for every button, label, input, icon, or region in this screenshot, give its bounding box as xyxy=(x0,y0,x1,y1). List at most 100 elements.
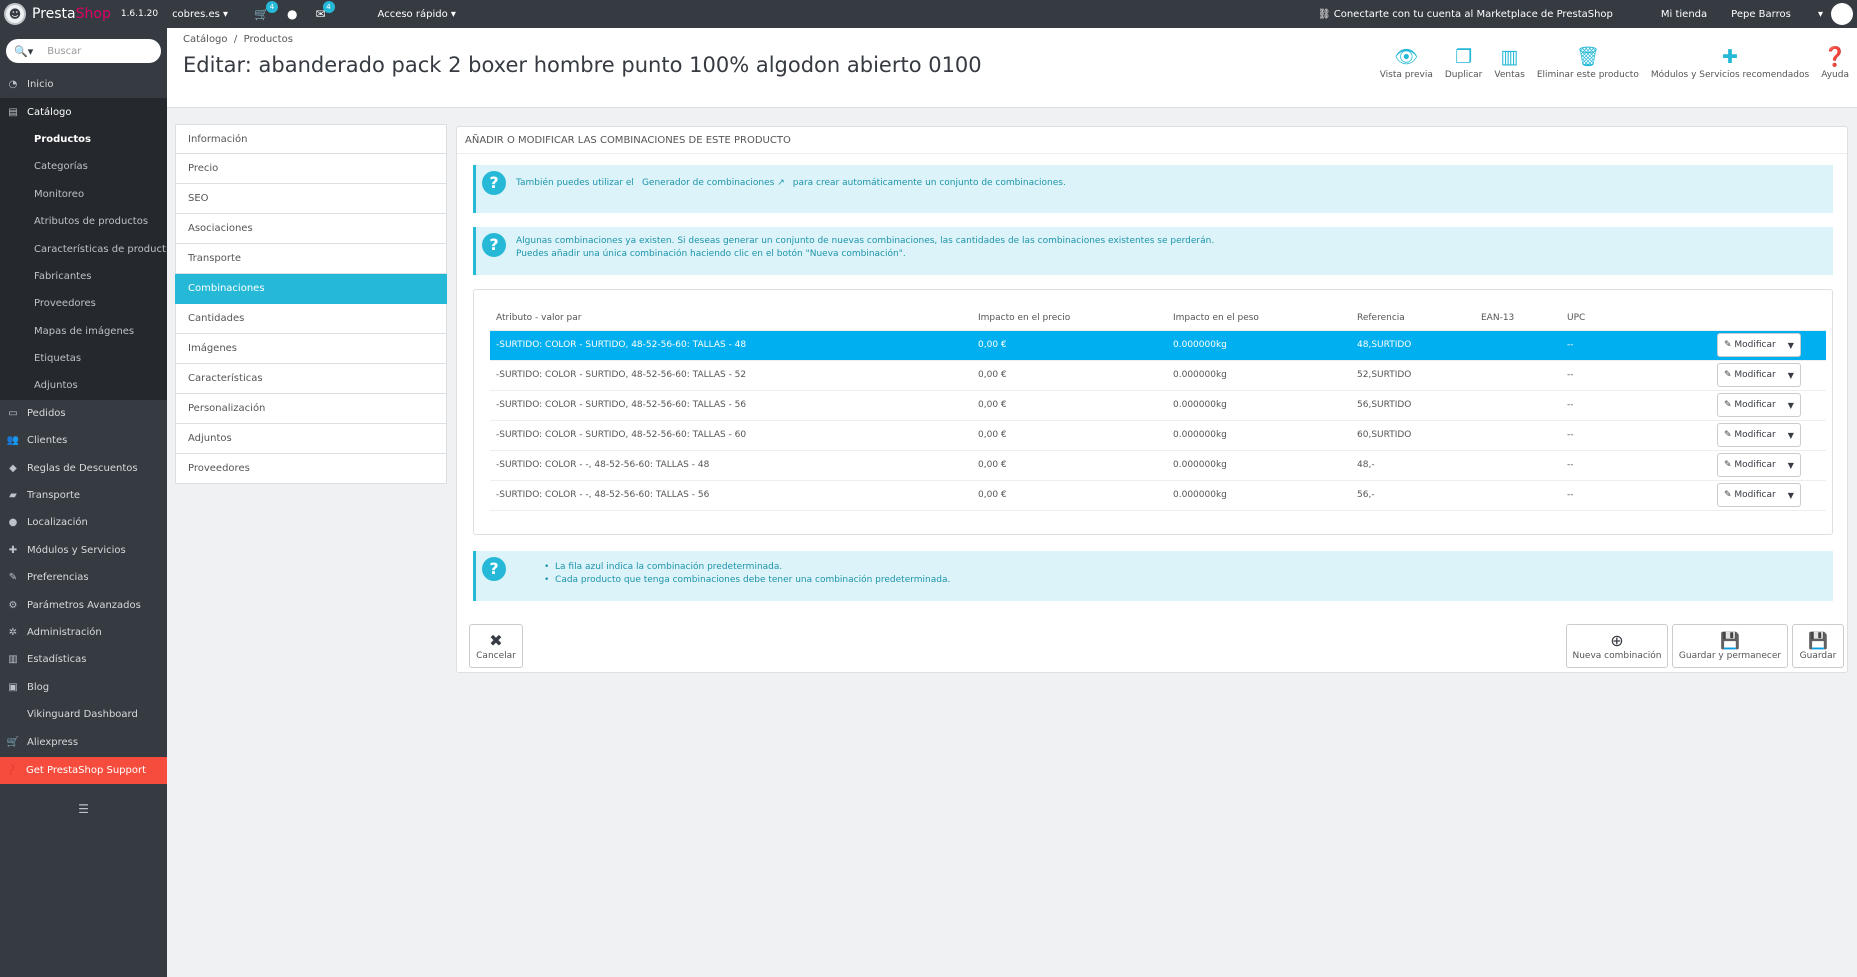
table-row[interactable]: -SURTIDO: COLOR - SURTIDO, 48-52-56-60: … xyxy=(490,420,1826,451)
sidebar-sub-productos[interactable]: Productos xyxy=(0,125,167,154)
book-icon: ▤ xyxy=(8,106,18,118)
alert-bullet: • La fila azul indica la combinación pre… xyxy=(544,562,783,572)
puzzle-icon: ✚ xyxy=(8,544,18,556)
sidebar-item-preferencias[interactable]: ✎ Preferencias xyxy=(0,564,167,591)
breadcrumb-separator: / xyxy=(233,34,238,45)
quick-access-menu[interactable]: Acceso rápido ▾ xyxy=(378,9,456,20)
sidebar-item-pedidos[interactable]: ▭ Pedidos xyxy=(0,400,167,427)
caret-down-icon[interactable]: ▼ xyxy=(1788,431,1794,440)
edit-button[interactable]: ✎ Modificar ▼ xyxy=(1717,453,1801,477)
collapse-menu-icon[interactable]: ☰ xyxy=(0,802,167,816)
cell-attribute: -SURTIDO: COLOR - SURTIDO, 48-52-56-60: … xyxy=(490,390,972,421)
search-input[interactable]: Buscar xyxy=(47,46,81,57)
tab-informacion[interactable]: Información xyxy=(175,124,447,154)
sidebar-item-administracion[interactable]: ✲ Administración xyxy=(0,619,167,646)
save-button[interactable]: 💾 Guardar xyxy=(1792,624,1844,668)
sidebar-item-aliexpress[interactable]: 🛒 Aliexpress xyxy=(0,728,167,755)
tab-imagenes[interactable]: Imágenes xyxy=(175,334,447,364)
tab-cantidades[interactable]: Cantidades xyxy=(175,304,447,334)
help-button[interactable]: ❓ Ayuda xyxy=(1821,44,1849,80)
tab-caracteristicas[interactable]: Características xyxy=(175,364,447,394)
logo[interactable]: ☻ PrestaShop 1.6.1.20 xyxy=(0,0,158,28)
globe-icon: ● xyxy=(8,517,18,529)
table-row[interactable]: -SURTIDO: COLOR - -, 48-52-56-60: TALLAS… xyxy=(490,450,1826,481)
save-and-stay-button[interactable]: 💾 Guardar y permanecer xyxy=(1672,624,1788,668)
sidebar-item-inicio[interactable]: ◔ Inicio xyxy=(0,71,167,98)
sidebar-item-blog[interactable]: ▣ Blog xyxy=(0,674,167,701)
cancel-button[interactable]: ✖ Cancelar xyxy=(469,624,523,668)
tab-personalizacion[interactable]: Personalización xyxy=(175,394,447,424)
support-link[interactable]: ❓ Get PrestaShop Support xyxy=(0,756,167,784)
combinations-table-wrapper: Atributo - valor par Impacto en el preci… xyxy=(473,289,1833,535)
table-row[interactable]: -SURTIDO: COLOR - SURTIDO, 48-52-56-60: … xyxy=(490,330,1826,361)
sidebar-item-catalogo[interactable]: ▤ Catálogo xyxy=(0,98,167,126)
cell-weight: 0.000000kg xyxy=(1167,480,1351,511)
cell-attribute: -SURTIDO: COLOR - -, 48-52-56-60: TALLAS… xyxy=(490,450,972,481)
user-menu[interactable]: Pepe Barros ▾ xyxy=(1731,9,1823,20)
sales-button[interactable]: ▥ Ventas xyxy=(1494,44,1524,80)
marketplace-link[interactable]: ⛓ Conectarte con tu cuenta al Marketplac… xyxy=(1318,9,1637,20)
edit-button[interactable]: ✎ Modificar ▼ xyxy=(1717,393,1801,417)
sidebar-item-vikinguard[interactable]: Vikinguard Dashboard xyxy=(0,701,167,728)
tab-transporte[interactable]: Transporte xyxy=(175,244,447,274)
sidebar-item-clientes[interactable]: 👥 Clientes xyxy=(0,427,167,454)
cell-price: 0,00 € xyxy=(972,360,1167,391)
brand-name-a: Presta xyxy=(32,6,76,22)
sidebar-item-label: Módulos y Servicios xyxy=(27,544,126,556)
avatar[interactable] xyxy=(1831,3,1853,25)
sidebar-item-localizacion[interactable]: ● Localización xyxy=(0,509,167,536)
cart-icon[interactable]: 🛒 4 xyxy=(254,1,278,21)
delete-button[interactable]: 🗑 Eliminar este producto xyxy=(1537,44,1639,80)
search-box[interactable]: 🔍▾ Buscar xyxy=(6,39,161,63)
tab-seo[interactable]: SEO xyxy=(175,184,447,214)
table-row[interactable]: -SURTIDO: COLOR - SURTIDO, 48-52-56-60: … xyxy=(490,360,1826,391)
recommended-modules-button[interactable]: ✚ Módulos y Servicios recomendados xyxy=(1651,44,1809,80)
caret-down-icon[interactable]: ▼ xyxy=(1788,341,1794,350)
tab-precio[interactable]: Precio xyxy=(175,154,447,184)
sidebar-item-descuentos[interactable]: ◆ Reglas de Descuentos xyxy=(0,454,167,481)
sidebar-sub-adjuntos[interactable]: Adjuntos xyxy=(0,372,167,400)
sidebar-item-transporte[interactable]: ▰ Transporte xyxy=(0,482,167,509)
my-shop-link[interactable]: Mi tienda xyxy=(1661,9,1707,20)
tab-proveedores[interactable]: Proveedores xyxy=(175,454,447,484)
sidebar-sub-caracteristicas[interactable]: Características de product... xyxy=(0,235,167,263)
tab-combinaciones[interactable]: Combinaciones xyxy=(175,274,447,304)
sidebar-item-modulos[interactable]: ✚ Módulos y Servicios xyxy=(0,537,167,564)
edit-button[interactable]: ✎ Modificar ▼ xyxy=(1717,333,1801,357)
cell-attribute: -SURTIDO: COLOR - SURTIDO, 48-52-56-60: … xyxy=(490,360,972,391)
caret-down-icon[interactable]: ▼ xyxy=(1788,461,1794,470)
caret-down-icon[interactable]: ▼ xyxy=(1788,401,1794,410)
edit-button[interactable]: ✎ Modificar ▼ xyxy=(1717,363,1801,387)
sidebar-sub-monitoreo[interactable]: Monitoreo xyxy=(0,180,167,208)
user-icon[interactable]: ● xyxy=(287,7,297,21)
caret-down-icon[interactable]: ▼ xyxy=(1788,491,1794,500)
table-row[interactable]: -SURTIDO: COLOR - -, 48-52-56-60: TALLAS… xyxy=(490,480,1826,511)
caret-down-icon[interactable]: ▼ xyxy=(1788,371,1794,380)
sidebar-item-parametros[interactable]: ⚙ Parámetros Avanzados xyxy=(0,591,167,618)
breadcrumb-productos[interactable]: Productos xyxy=(244,34,293,45)
edit-button[interactable]: ✎ Modificar ▼ xyxy=(1717,483,1801,507)
duplicate-button[interactable]: ❐ Duplicar xyxy=(1445,44,1483,80)
sidebar-item-estadisticas[interactable]: ▥ Estadísticas xyxy=(0,646,167,673)
sidebar-sub-etiquetas[interactable]: Etiquetas xyxy=(0,344,167,373)
breadcrumb-catalogo[interactable]: Catálogo xyxy=(183,34,228,45)
sidebar-sub-mapas[interactable]: Mapas de imágenes xyxy=(0,317,167,345)
panel-footer: ✖ Cancelar ⊕ Nueva combinación 💾 Guardar y … xyxy=(469,624,1844,668)
generator-link[interactable]: Generador de combinaciones ↗ xyxy=(642,178,785,188)
tab-asociaciones[interactable]: Asociaciones xyxy=(175,214,447,244)
cell-upc: -- xyxy=(1561,390,1711,421)
preview-button[interactable]: 👁 Vista previa xyxy=(1380,44,1433,80)
sidebar-sub-fabricantes[interactable]: Fabricantes xyxy=(0,262,167,291)
button-label: Cancelar xyxy=(476,651,516,661)
sidebar-sub-categorias[interactable]: Categorías xyxy=(0,153,167,181)
shop-selector[interactable]: cobres.es ▾ xyxy=(172,9,228,20)
table-row[interactable]: -SURTIDO: COLOR - SURTIDO, 48-52-56-60: … xyxy=(490,390,1826,421)
new-combination-button[interactable]: ⊕ Nueva combinación xyxy=(1566,624,1668,668)
sidebar-sub-atributos[interactable]: Atributos de productos xyxy=(0,207,167,236)
cell-actions: ✎ Modificar ▼ xyxy=(1711,420,1826,451)
tab-adjuntos[interactable]: Adjuntos xyxy=(175,424,447,454)
edit-button[interactable]: ✎ Modificar ▼ xyxy=(1717,423,1801,447)
search-icon[interactable]: 🔍▾ xyxy=(14,45,33,58)
envelope-icon[interactable]: ✉ 4 xyxy=(315,1,335,21)
sidebar-sub-proveedores[interactable]: Proveedores xyxy=(0,290,167,318)
